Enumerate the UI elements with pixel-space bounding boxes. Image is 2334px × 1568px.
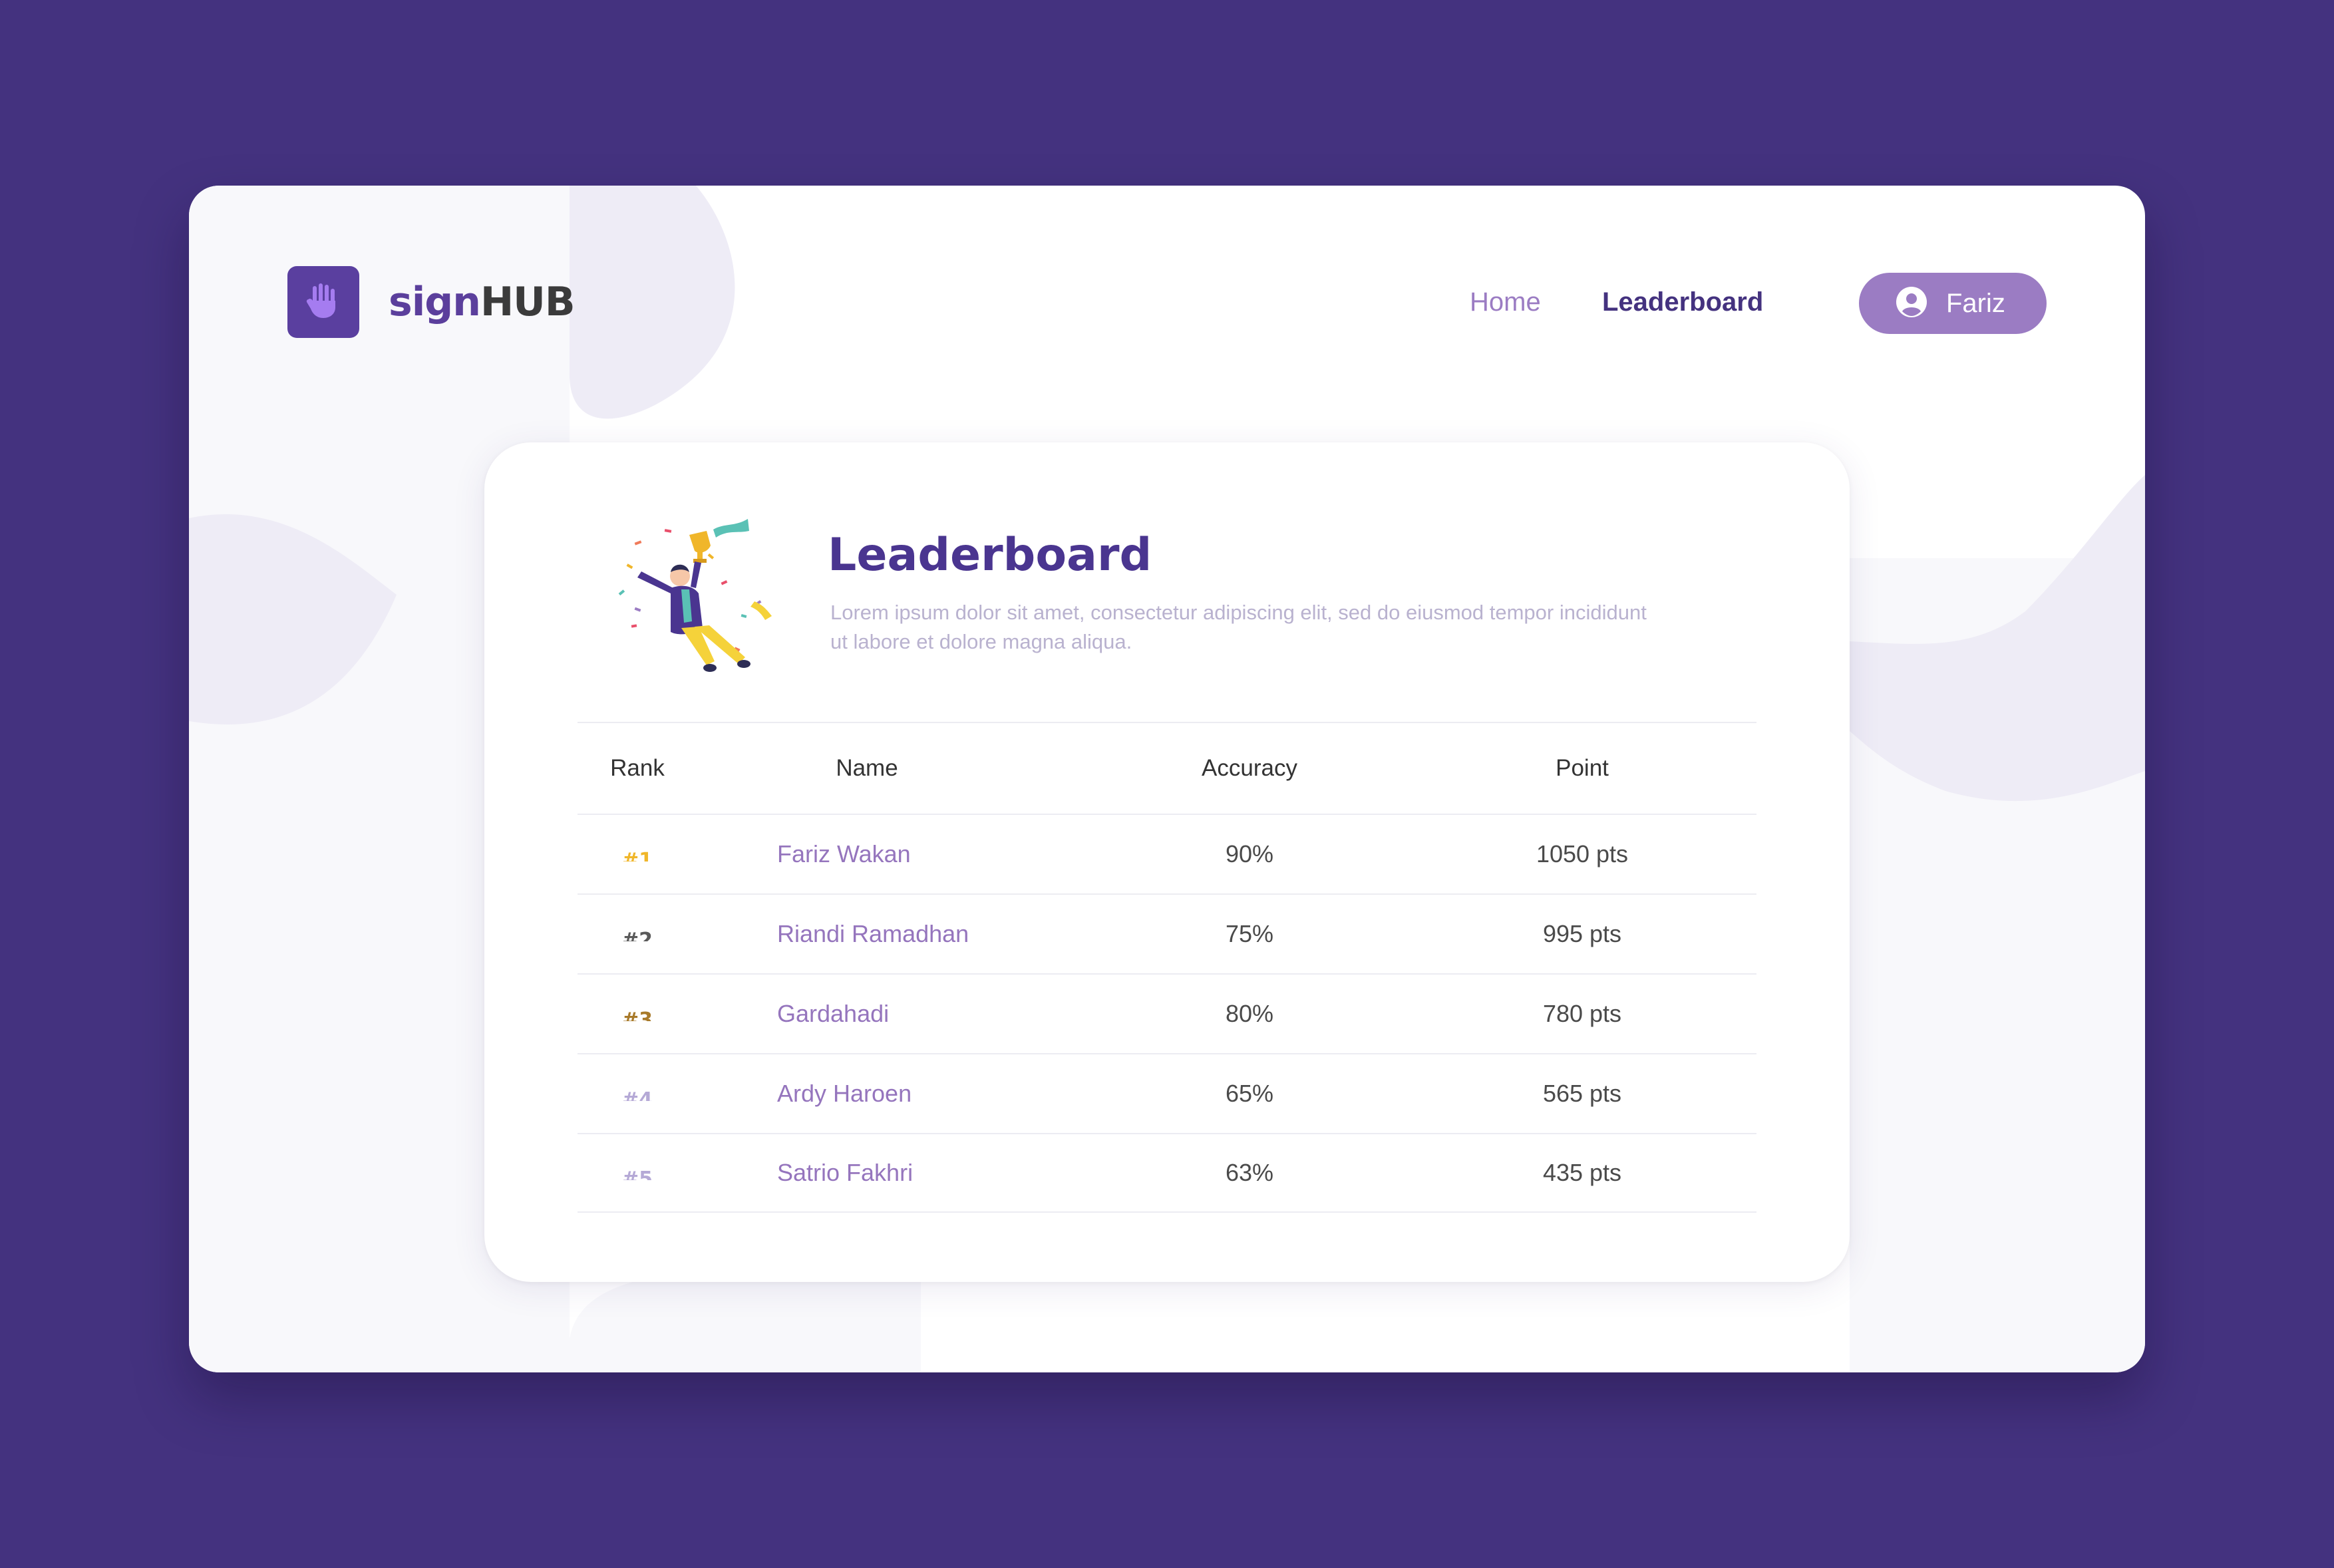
column-header-name[interactable]: Name xyxy=(770,723,963,814)
rank-cell: #2 xyxy=(621,929,653,941)
table-row[interactable]: #5 Satrio Fakhri 63% 435 pts xyxy=(578,1133,1756,1213)
brand-logo[interactable] xyxy=(287,266,359,338)
accuracy-cell: 90% xyxy=(1225,840,1274,867)
points-cell: 435 pts xyxy=(1542,1159,1622,1186)
table-row[interactable]: #3 Gardahadi 80% 780 pts xyxy=(578,973,1756,1053)
winner-illustration xyxy=(618,519,772,672)
nav-link-home[interactable]: Home xyxy=(1470,284,1541,320)
brand-name: signHUB xyxy=(389,279,576,325)
points-cell: 780 pts xyxy=(1542,1000,1622,1027)
column-header-point[interactable]: Point xyxy=(1482,723,1682,814)
player-name[interactable]: Gardahadi xyxy=(777,975,1043,1053)
user-name: Fariz xyxy=(1946,289,2005,318)
leaderboard-card: Leaderboard Lorem ipsum dolor sit amet, … xyxy=(484,442,1850,1282)
user-circle-icon xyxy=(1896,286,1927,321)
rank-cell: #5 xyxy=(621,1168,653,1180)
accuracy-cell: 80% xyxy=(1225,1000,1274,1027)
player-name[interactable]: Riandi Ramadhan xyxy=(777,895,1043,973)
rank-cell: #3 xyxy=(621,1009,653,1021)
table-row[interactable]: #1 Fariz Wakan 90% 1050 pts xyxy=(578,814,1756,893)
top-navbar: signHUB Home Leaderboard Fariz xyxy=(189,186,2145,338)
column-header-accuracy[interactable]: Accuracy xyxy=(1150,723,1349,814)
player-name[interactable]: Ardy Haroen xyxy=(777,1054,1043,1133)
rank-cell: #1 xyxy=(621,849,653,862)
player-name[interactable]: Fariz Wakan xyxy=(777,815,1043,893)
table-row[interactable]: #4 Ardy Haroen 65% 565 pts xyxy=(578,1053,1756,1133)
table-header-row: Rank Name Accuracy Point xyxy=(578,722,1756,814)
points-cell: 1050 pts xyxy=(1536,840,1629,867)
accuracy-cell: 65% xyxy=(1225,1080,1274,1107)
accuracy-cell: 75% xyxy=(1225,920,1274,947)
app-window: signHUB Home Leaderboard Fariz Leaderboa… xyxy=(189,186,2145,1372)
leaderboard-table: Rank Name Accuracy Point #1 Fariz Wakan … xyxy=(578,722,1756,1213)
points-cell: 565 pts xyxy=(1542,1080,1622,1107)
table-row[interactable]: #2 Riandi Ramadhan 75% 995 pts xyxy=(578,893,1756,973)
player-name[interactable]: Satrio Fakhri xyxy=(777,1134,1043,1211)
leaderboard-title: Leaderboard xyxy=(828,529,1152,581)
accuracy-cell: 63% xyxy=(1225,1159,1274,1186)
nav-link-leaderboard[interactable]: Leaderboard xyxy=(1602,284,1763,320)
rank-cell: #4 xyxy=(621,1088,653,1101)
column-header-rank[interactable]: Rank xyxy=(578,723,697,814)
leaderboard-description: Lorem ipsum dolor sit amet, consectetur … xyxy=(830,601,1647,653)
points-cell: 995 pts xyxy=(1542,920,1622,947)
hand-icon xyxy=(305,281,342,323)
user-profile-button[interactable]: Fariz xyxy=(1859,273,2047,334)
